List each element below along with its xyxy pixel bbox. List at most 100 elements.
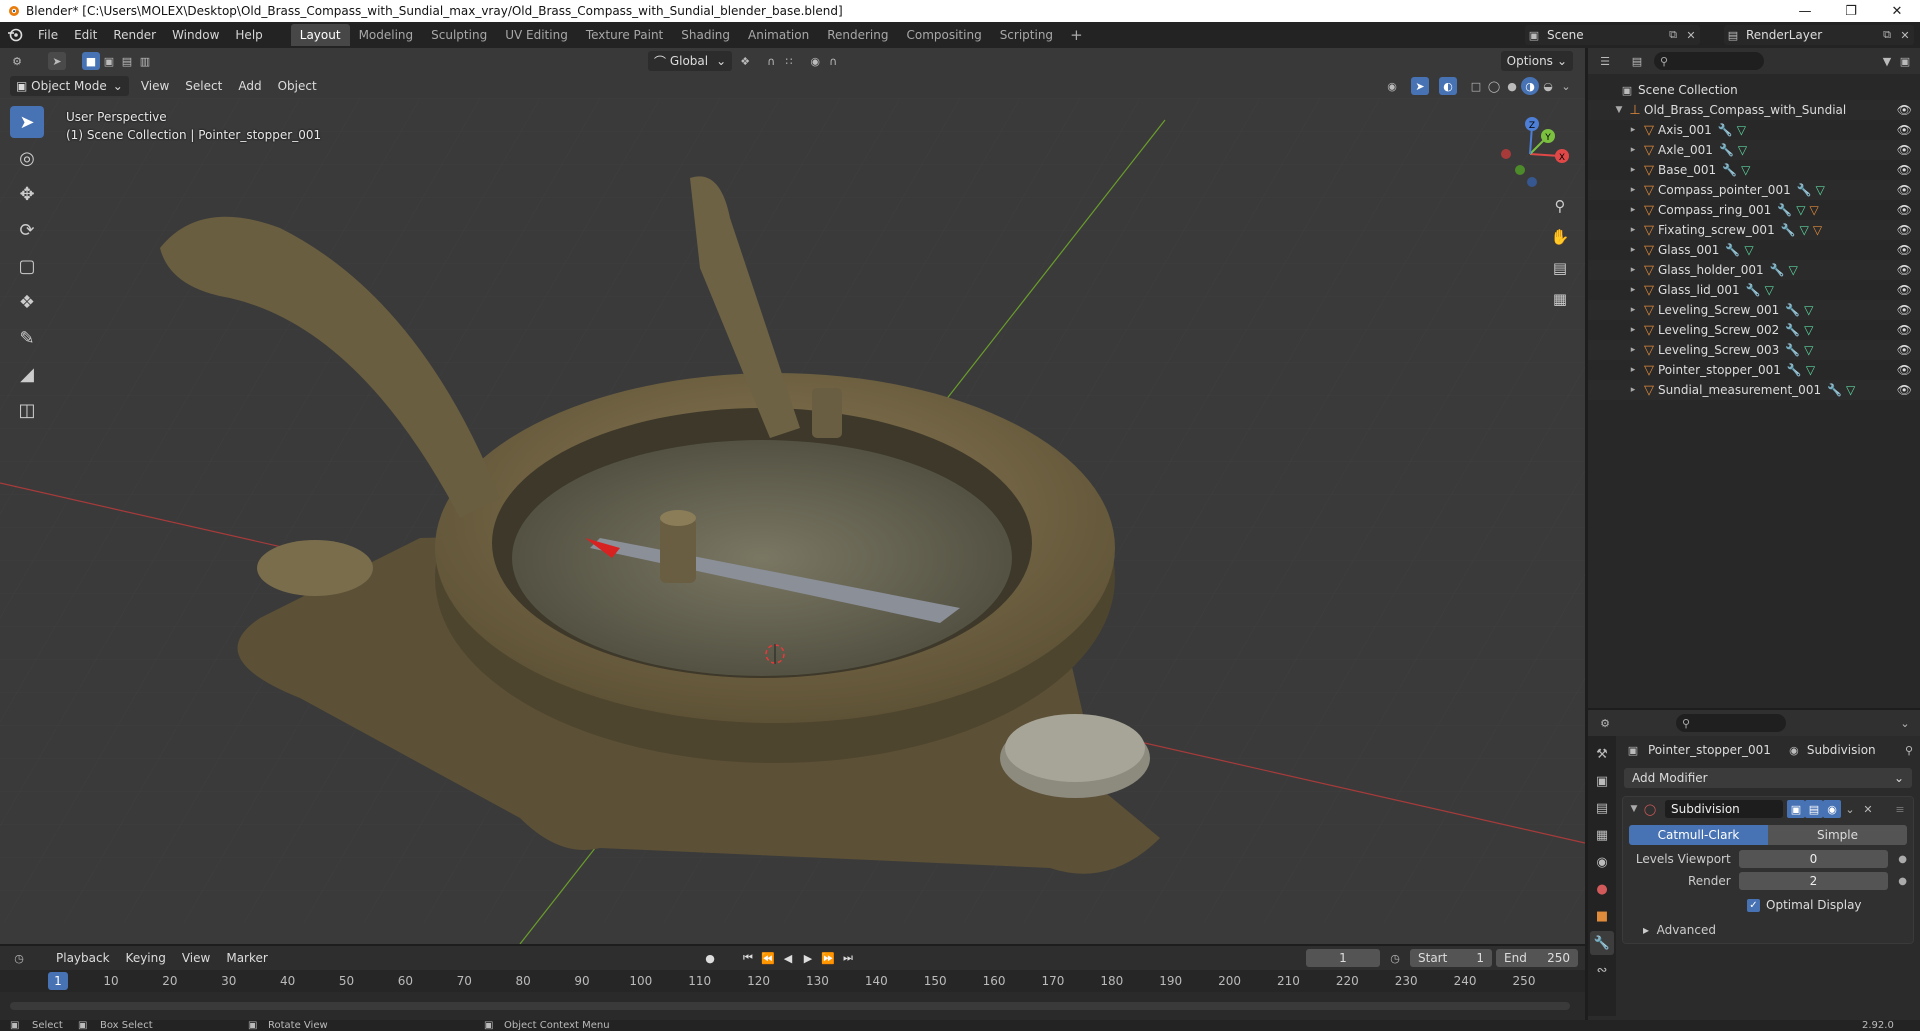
options-dropdown[interactable]: Options ⌄: [1500, 51, 1573, 71]
material-preview-icon[interactable]: ◑: [1521, 77, 1539, 95]
outliner-object-row[interactable]: ▸ ▽ Pointer_stopper_001 🔧 ▽ 👁: [1588, 360, 1920, 380]
advanced-subpanel-header[interactable]: ▸ Advanced: [1643, 923, 1913, 937]
proportional-edit-icon[interactable]: ◉: [806, 52, 824, 70]
collapse-chevron-icon[interactable]: ▼: [1627, 804, 1641, 814]
menu-render[interactable]: Render: [105, 22, 164, 48]
properties-editor-type-icon[interactable]: ⚙: [1596, 714, 1614, 732]
modifier-wrench-icon[interactable]: 🔧: [1770, 263, 1785, 277]
simple-button[interactable]: Simple: [1768, 825, 1907, 845]
select-mode-extend-icon[interactable]: ▣: [100, 52, 118, 70]
expand-chevron-icon[interactable]: ▸: [1626, 345, 1640, 355]
copy-scene-icon[interactable]: ⧉: [1664, 26, 1682, 44]
expand-chevron-icon[interactable]: ▸: [1626, 325, 1640, 335]
modifier-wrench-icon[interactable]: 🔧: [1746, 283, 1761, 297]
visibility-eye-icon[interactable]: 👁: [1897, 203, 1912, 217]
display-mode-icon[interactable]: ▤: [1628, 52, 1646, 70]
tab-scripting[interactable]: Scripting: [991, 24, 1062, 46]
material-icon[interactable]: ▽: [1813, 223, 1822, 237]
pan-hand-icon[interactable]: ✋: [1546, 223, 1574, 251]
measure-tool-icon[interactable]: ◢: [10, 358, 44, 390]
mesh-data-icon[interactable]: ▽: [1806, 363, 1815, 377]
render-levels-field[interactable]: 2: [1738, 872, 1889, 890]
modifier-wrench-icon[interactable]: 🔧: [1787, 363, 1802, 377]
modifier-wrench-icon[interactable]: 🔧: [1781, 223, 1796, 237]
current-frame-field[interactable]: 1: [1306, 949, 1380, 967]
expand-chevron-icon[interactable]: ▸: [1626, 365, 1640, 375]
visibility-eye-icon[interactable]: 👁: [1897, 303, 1912, 317]
play-reverse-icon[interactable]: ◀: [778, 948, 798, 968]
modifier-wrench-icon[interactable]: 🔧: [1827, 383, 1842, 397]
tab-texture-paint[interactable]: Texture Paint: [577, 24, 672, 46]
render-tab-icon[interactable]: ▣: [1590, 769, 1614, 793]
gizmo-neg-y-handle[interactable]: [1515, 165, 1525, 175]
scene-tab-icon[interactable]: ◉: [1590, 850, 1614, 874]
viewport-menu-object[interactable]: Object: [270, 79, 325, 93]
tab-compositing[interactable]: Compositing: [897, 24, 990, 46]
end-frame-field[interactable]: End 250: [1496, 949, 1578, 967]
view-layer-name[interactable]: RenderLayer: [1742, 28, 1822, 42]
modifier-wrench-icon[interactable]: 🔧: [1777, 203, 1792, 217]
outliner-editor-type-icon[interactable]: ☰: [1596, 52, 1614, 70]
xray-toggle-icon[interactable]: □: [1467, 77, 1485, 95]
add-modifier-dropdown[interactable]: Add Modifier ⌄: [1624, 768, 1912, 788]
outliner-object-row[interactable]: ▸ ▽ Leveling_Screw_001 🔧 ▽ 👁: [1588, 300, 1920, 320]
snap-icon[interactable]: ∩: [762, 52, 780, 70]
visibility-eye-icon[interactable]: 👁: [1897, 383, 1912, 397]
scene-name[interactable]: Scene: [1543, 28, 1584, 42]
tab-animation[interactable]: Animation: [739, 24, 818, 46]
select-mode-intersect-icon[interactable]: ▥: [136, 52, 154, 70]
drag-handle-icon[interactable]: ≡: [1891, 800, 1909, 818]
select-tool-icon[interactable]: ➤: [48, 52, 66, 70]
solid-shading-icon[interactable]: ●: [1503, 77, 1521, 95]
jump-keyframe-forward-icon[interactable]: ⏩: [818, 948, 838, 968]
viewport-menu-add[interactable]: Add: [230, 79, 269, 93]
keyframe-dot-icon[interactable]: ●: [1898, 876, 1907, 887]
outliner-object-row[interactable]: ▸ ▽ Glass_001 🔧 ▽ 👁: [1588, 240, 1920, 260]
outliner-object-row[interactable]: ▸ ▽ Base_001 🔧 ▽ 👁: [1588, 160, 1920, 180]
modifier-wrench-icon[interactable]: 🔧: [1785, 343, 1800, 357]
modifier-wrench-icon[interactable]: 🔧: [1785, 323, 1800, 337]
render-toggle-icon[interactable]: ◉: [1823, 800, 1841, 818]
select-box-tool-icon[interactable]: ➤: [10, 106, 44, 138]
visibility-eye-icon[interactable]: 👁: [1897, 263, 1912, 277]
overlays-toggle-icon[interactable]: ◐: [1439, 77, 1457, 95]
output-tab-icon[interactable]: ▤: [1590, 796, 1614, 820]
modifier-wrench-icon[interactable]: 🔧: [1722, 163, 1737, 177]
shading-options-icon[interactable]: ⌄: [1557, 77, 1575, 95]
world-tab-icon[interactable]: ●: [1590, 877, 1614, 901]
expand-chevron-icon[interactable]: ▸: [1626, 165, 1640, 175]
visibility-eye-icon[interactable]: 👁: [1897, 223, 1912, 237]
tab-modeling[interactable]: Modeling: [350, 24, 423, 46]
jump-end-icon[interactable]: ⏭: [838, 948, 858, 968]
outliner-object-row[interactable]: ▸ ▽ Axis_001 🔧 ▽ 👁: [1588, 120, 1920, 140]
transform-orientation-dropdown[interactable]: ⌒ Global ⌄: [648, 51, 733, 71]
add-cube-tool-icon[interactable]: ◫: [10, 394, 44, 426]
viewport-menu-select[interactable]: Select: [177, 79, 230, 93]
tab-rendering[interactable]: Rendering: [818, 24, 897, 46]
view-layer-selector[interactable]: ▤ RenderLayer ⧉ ✕: [1724, 25, 1914, 45]
mesh-data-icon[interactable]: ▽: [1741, 163, 1750, 177]
expand-chevron-icon[interactable]: ▸: [1626, 305, 1640, 315]
tab-uv-editing[interactable]: UV Editing: [496, 24, 577, 46]
remove-modifier-icon[interactable]: ✕: [1859, 800, 1877, 818]
viewport-menu-view[interactable]: View: [133, 79, 177, 93]
editor-type-icon[interactable]: ⚙: [8, 52, 26, 70]
visibility-eye-icon[interactable]: 👁: [1897, 163, 1912, 177]
mesh-data-icon[interactable]: ▽: [1796, 203, 1805, 217]
timeline-scrollbar[interactable]: [10, 1002, 1570, 1010]
visibility-eye-icon[interactable]: 👁: [1897, 143, 1912, 157]
visibility-eye-icon[interactable]: 👁: [1897, 103, 1912, 117]
modifier-wrench-icon[interactable]: 🔧: [1797, 183, 1812, 197]
tab-sculpting[interactable]: Sculpting: [422, 24, 496, 46]
material-icon[interactable]: ▽: [1809, 203, 1818, 217]
collection-row[interactable]: ▼ ⊥ Old_Brass_Compass_with_Sundial 👁: [1588, 100, 1920, 120]
current-frame-indicator[interactable]: 1: [48, 972, 68, 990]
levels-viewport-field[interactable]: 0: [1738, 850, 1889, 868]
outliner-object-row[interactable]: ▸ ▽ Glass_holder_001 🔧 ▽ 👁: [1588, 260, 1920, 280]
pivot-point-icon[interactable]: ❖: [736, 52, 754, 70]
visibility-eye-icon[interactable]: 👁: [1897, 343, 1912, 357]
viewport-toggle-icon[interactable]: ▤: [1805, 800, 1823, 818]
outliner-object-row[interactable]: ▸ ▽ Leveling_Screw_002 🔧 ▽ 👁: [1588, 320, 1920, 340]
minimize-icon[interactable]: —: [1782, 0, 1828, 22]
expand-chevron-icon[interactable]: ▸: [1626, 385, 1640, 395]
